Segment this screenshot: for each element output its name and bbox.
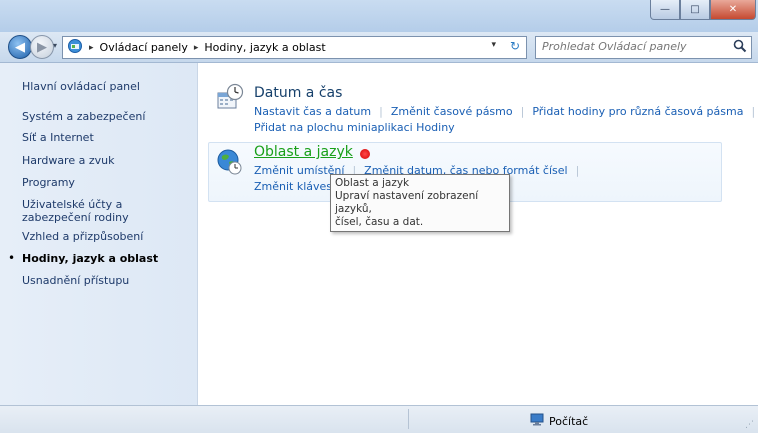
navigation-bar: ◀ ▶ ▾ ▸ Ovládací panely ▸ Hodiny, jazyk … [0,32,758,63]
maximize-button[interactable]: □ [680,0,710,20]
search-icon[interactable] [733,39,747,57]
link-set-time-date[interactable]: Nastavit čas a datum [254,105,371,118]
window-titlebar[interactable]: — □ ✕ [0,0,758,32]
breadcrumb-control-panel[interactable]: Ovládací panely [100,41,188,54]
link-add-clock-gadget[interactable]: Přidat na plochu miniaplikaci Hodiny [254,121,455,134]
category-title-region-language[interactable]: Oblast a jazyk [254,144,353,160]
date-time-links-row-1: Nastavit čas a datum | Změnit časové pás… [254,105,758,118]
sidebar-item-system-security[interactable]: Systém a zabezpečení [22,110,192,123]
sidebar-item-user-accounts[interactable]: Uživatelské účty a zabezpečení rodiny [22,198,192,224]
search-box[interactable] [535,36,752,59]
sidebar-item-hardware-sound[interactable]: Hardware a zvuk [22,154,192,167]
control-panel-icon [67,38,83,57]
breadcrumb-separator[interactable]: ▸ [194,43,199,53]
link-change-time-zone[interactable]: Změnit časové pásmo [391,105,513,118]
link-add-clocks[interactable]: Přidat hodiny pro různá časová pásma [532,105,743,118]
globe-clock-icon [216,148,244,176]
status-location: Počítač [530,413,588,429]
close-button[interactable]: ✕ [710,0,756,20]
breadcrumb-separator[interactable]: ▸ [89,43,94,53]
tooltip-line: čísel, času a dat. [335,216,424,228]
status-bar: Počítač ⋰ [0,405,758,433]
sidebar-item-ease-of-access[interactable]: Usnadnění přístupu [22,274,192,287]
sidebar-item-network-internet[interactable]: Síť a Internet [22,131,192,144]
sidebar-item-appearance[interactable]: Vzhled a přizpůsobení [22,230,192,243]
address-bar[interactable]: ▸ Ovládací panely ▸ Hodiny, jazyk a obla… [62,36,527,59]
date-time-links-row-2: Přidat na plochu miniaplikaci Hodiny [254,121,455,134]
status-divider [408,409,409,429]
computer-icon [530,413,544,429]
refresh-button[interactable]: ↻ [510,39,520,53]
address-dropdown-button[interactable]: ▾ [491,40,496,50]
tooltip-line: Upraví nastavení zobrazení jazyků, [335,190,479,215]
back-button[interactable]: ◀ [8,35,32,59]
breadcrumb-clock-language-region[interactable]: Hodiny, jazyk a oblast [204,41,325,54]
status-computer-label: Počítač [549,414,589,428]
sidebar: Hlavní ovládací panel Systém a zabezpeče… [0,63,198,405]
sidebar-item-home[interactable]: Hlavní ovládací panel [22,80,192,93]
tooltip: Oblast a jazyk Upraví nastavení zobrazen… [330,174,510,232]
active-bullet: • [8,251,16,265]
category-date-time: Datum a čas Nastavit čas a datum | Změni… [208,77,755,137]
clock-calendar-icon [216,83,244,111]
mouse-cursor-marker [360,149,370,159]
link-divider: | [520,105,525,118]
sidebar-item-clock-language-region[interactable]: Hodiny, jazyk a oblast [22,252,192,265]
recent-pages-dropdown[interactable]: ▾ [53,41,57,50]
resize-grip[interactable]: ⋰ [745,420,754,430]
category-title-date-time[interactable]: Datum a čas [254,85,342,101]
main-content: Datum a čas Nastavit čas a datum | Změni… [198,63,758,405]
search-input[interactable] [536,37,728,56]
minimize-button[interactable]: — [650,0,680,20]
tooltip-title: Oblast a jazyk [335,177,410,189]
window-controls: — □ ✕ [650,0,756,20]
forward-button[interactable]: ▶ [30,35,54,59]
link-divider: | [575,164,580,177]
link-divider: | [379,105,383,118]
link-divider: | [751,105,756,118]
sidebar-item-programs[interactable]: Programy [22,176,192,189]
